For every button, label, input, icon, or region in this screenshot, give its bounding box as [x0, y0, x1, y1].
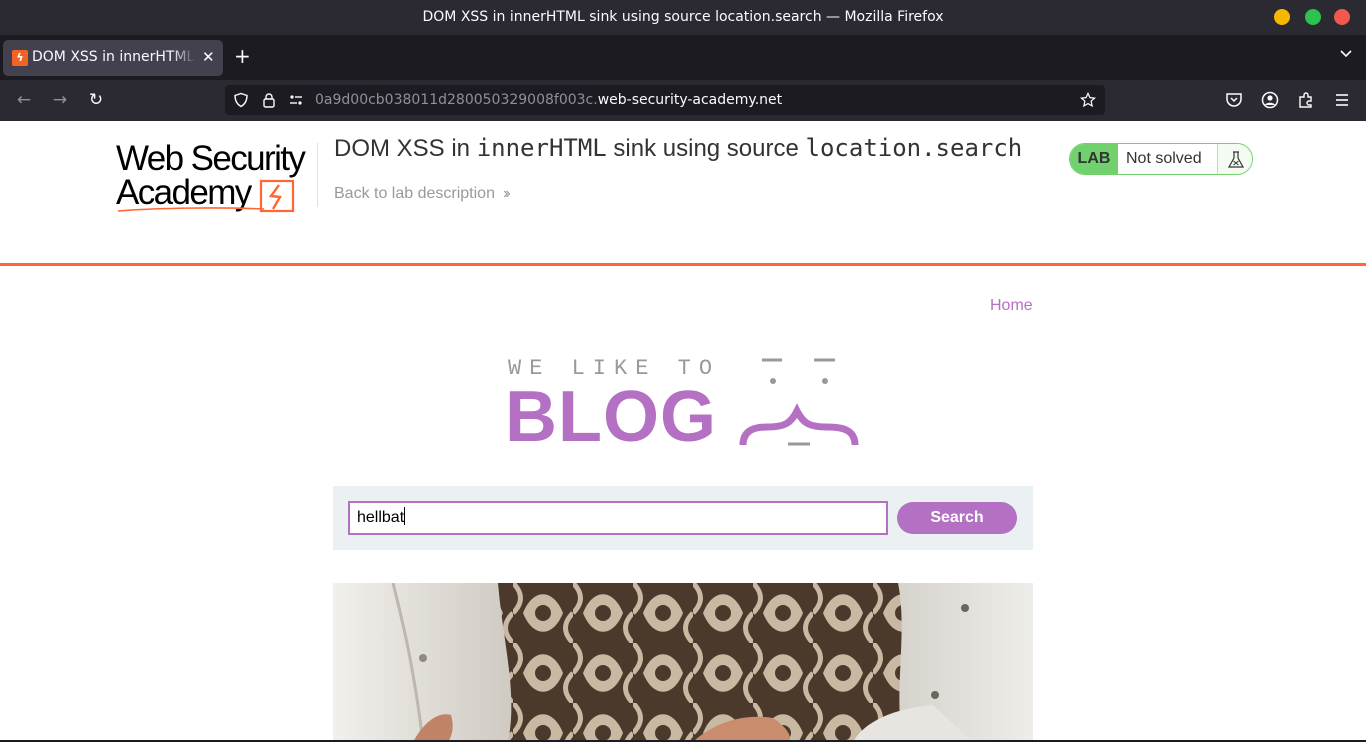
list-tabs-chevron-down-icon[interactable]: [1340, 48, 1352, 60]
search-form: hellbat Search: [333, 486, 1033, 550]
lab-title-part2: sink using source: [606, 135, 806, 162]
lab-title-code2: location.search: [805, 134, 1023, 162]
lab-title-part1: DOM XSS in: [334, 135, 477, 162]
forward-arrow-icon[interactable]: →: [50, 90, 70, 110]
logo-lightning-icon: [117, 179, 295, 213]
lab-header: Web Security Academy DOM XSS in innerHTM…: [0, 121, 1366, 266]
permissions-icon[interactable]: [288, 92, 304, 108]
minimize-button[interactable]: [1274, 9, 1290, 25]
window-title: DOM XSS in innerHTML sink using source l…: [422, 9, 944, 25]
back-arrow-icon[interactable]: ←: [14, 90, 34, 110]
lab-status-widget: LAB Not solved: [1069, 143, 1253, 175]
extensions-puzzle-icon[interactable]: [1297, 91, 1315, 109]
pocket-icon[interactable]: [1225, 91, 1243, 109]
tab-strip: ϟ DOM XSS in innerHTML sink using source…: [0, 35, 1366, 80]
tab-label: DOM XSS in innerHTML sink using source l…: [32, 49, 196, 65]
new-tab-plus-icon[interactable]: +: [234, 44, 251, 68]
url-bar[interactable]: 0a9d00cb038011d280050329008f003c.web-sec…: [225, 85, 1105, 115]
back-link-label: Back to lab description: [334, 185, 495, 202]
search-button[interactable]: Search: [897, 502, 1017, 534]
double-chevron-right-icon: ››: [502, 185, 510, 202]
lab-status-text: Not solved: [1126, 150, 1202, 167]
lock-icon[interactable]: [261, 92, 277, 108]
close-tab-icon[interactable]: ✕: [202, 48, 215, 66]
window-titlebar: DOM XSS in innerHTML sink using source l…: [0, 0, 1366, 35]
lab-title-code1: innerHTML: [476, 134, 607, 162]
url-text[interactable]: 0a9d00cb038011d280050329008f003c.web-sec…: [315, 92, 782, 108]
search-input-value: hellbat: [357, 509, 405, 526]
lab-badge: LAB: [1070, 144, 1118, 174]
blog-post-image[interactable]: [333, 583, 1033, 742]
blog-banner: WE LIKE TO BLOG: [505, 351, 865, 457]
web-security-academy-logo[interactable]: Web Security Academy: [116, 141, 316, 213]
url-subdomain: 0a9d00cb038011d280050329008f003c.: [315, 92, 598, 108]
navigation-toolbar: ← → ↻ 0a9d00cb038011d280050329008f003c.w…: [0, 80, 1366, 121]
hamburger-menu-icon[interactable]: [1333, 91, 1351, 109]
url-domain: web-security-academy.net: [597, 92, 783, 108]
lightning-favicon-icon: ϟ: [12, 50, 28, 66]
flask-icon: [1217, 144, 1252, 174]
maximize-button[interactable]: [1305, 9, 1321, 25]
page-viewport: Web Security Academy DOM XSS in innerHTM…: [0, 121, 1366, 742]
lab-title: DOM XSS in innerHTML sink using source l…: [334, 134, 1022, 163]
nav-home-link[interactable]: Home: [990, 297, 1033, 315]
tab-active[interactable]: ϟ DOM XSS in innerHTML sink using source…: [3, 40, 223, 76]
curly-brace-face-icon: [739, 358, 859, 446]
reload-icon[interactable]: ↻: [86, 90, 106, 110]
close-window-button[interactable]: [1334, 9, 1350, 25]
account-icon[interactable]: [1261, 91, 1279, 109]
back-to-lab-description-link[interactable]: Back to lab description ››: [334, 185, 510, 203]
tracking-shield-icon[interactable]: [233, 92, 249, 108]
header-divider: [317, 143, 318, 207]
search-input[interactable]: hellbat: [348, 501, 888, 535]
bookmark-star-icon[interactable]: [1080, 92, 1096, 108]
text-caret: [404, 507, 406, 525]
